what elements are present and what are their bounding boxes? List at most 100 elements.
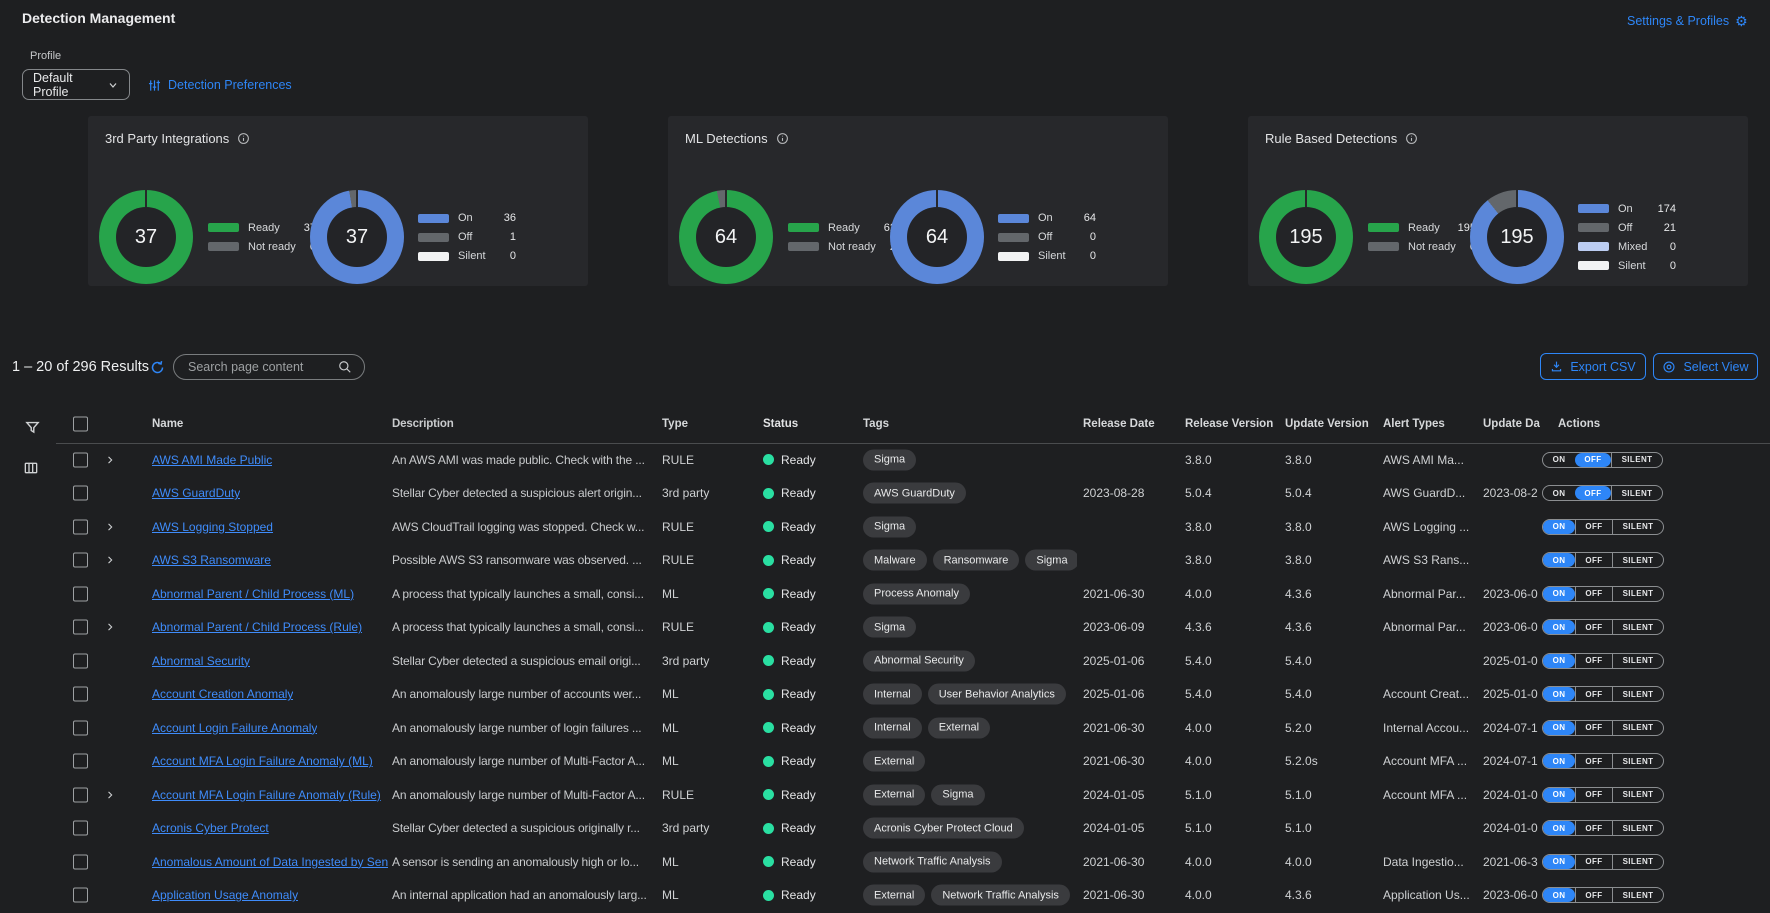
- detection-name-link[interactable]: AWS GuardDuty: [152, 486, 240, 500]
- info-icon[interactable]: [776, 132, 789, 145]
- column-header-status[interactable]: Status: [763, 418, 798, 430]
- expand-row-icon[interactable]: [105, 522, 115, 532]
- toggle-off[interactable]: OFF: [1575, 788, 1612, 802]
- toggle-on-active[interactable]: ON: [1543, 553, 1575, 567]
- column-header-reldate[interactable]: Release Date: [1083, 418, 1155, 430]
- row-checkbox[interactable]: [73, 720, 88, 735]
- expand-row-icon[interactable]: [105, 622, 115, 632]
- toggle-silent[interactable]: SILENT: [1612, 721, 1663, 735]
- row-checkbox[interactable]: [73, 452, 88, 467]
- toggle-silent[interactable]: SILENT: [1612, 754, 1663, 768]
- toggle-on-active[interactable]: ON: [1543, 888, 1575, 902]
- row-checkbox[interactable]: [73, 888, 88, 903]
- column-header-tags[interactable]: Tags: [863, 418, 1077, 430]
- update-date: 2024-01-0: [1483, 821, 1540, 835]
- settings-profiles-link[interactable]: Settings & Profiles ⚙: [1627, 14, 1748, 28]
- column-header-actions[interactable]: Actions: [1558, 418, 1600, 430]
- detection-name-link[interactable]: Anomalous Amount of Data Ingested by Sen: [152, 855, 388, 869]
- info-icon[interactable]: [1405, 132, 1418, 145]
- toggle-on-active[interactable]: ON: [1543, 788, 1575, 802]
- toggle-silent[interactable]: SILENT: [1612, 553, 1663, 567]
- column-header-desc[interactable]: Description: [392, 418, 650, 430]
- toggle-on-active[interactable]: ON: [1543, 687, 1575, 701]
- row-checkbox[interactable]: [73, 787, 88, 802]
- toggle-on-active[interactable]: ON: [1543, 620, 1575, 634]
- expand-row-icon[interactable]: [105, 790, 115, 800]
- toggle-on-active[interactable]: ON: [1543, 587, 1575, 601]
- toggle-off[interactable]: OFF: [1575, 687, 1612, 701]
- row-checkbox[interactable]: [73, 653, 88, 668]
- toggle-off[interactable]: OFF: [1575, 855, 1612, 869]
- detection-name-link[interactable]: Account Creation Anomaly: [152, 687, 293, 701]
- toggle-off[interactable]: OFF: [1575, 520, 1612, 534]
- detection-name-link[interactable]: Application Usage Anomaly: [152, 888, 298, 902]
- toggle-silent[interactable]: SILENT: [1612, 587, 1663, 601]
- profile-select[interactable]: Default Profile: [22, 69, 130, 100]
- toggle-silent[interactable]: SILENT: [1612, 687, 1663, 701]
- row-checkbox[interactable]: [73, 553, 88, 568]
- detection-status: Ready: [763, 721, 816, 735]
- toggle-silent[interactable]: SILENT: [1611, 453, 1662, 467]
- row-checkbox[interactable]: [73, 687, 88, 702]
- toggle-silent[interactable]: SILENT: [1612, 888, 1663, 902]
- detection-name-link[interactable]: Account MFA Login Failure Anomaly (ML): [152, 754, 373, 768]
- toggle-on[interactable]: ON: [1543, 453, 1575, 467]
- toggle-silent[interactable]: SILENT: [1612, 855, 1663, 869]
- column-header-alert[interactable]: Alert Types: [1383, 418, 1478, 430]
- toggle-silent[interactable]: SILENT: [1611, 486, 1662, 500]
- select-view-button[interactable]: Select View: [1653, 353, 1758, 380]
- toggle-off[interactable]: OFF: [1575, 721, 1612, 735]
- detection-name-link[interactable]: AWS S3 Ransomware: [152, 553, 271, 567]
- toggle-off[interactable]: OFF: [1575, 654, 1612, 668]
- column-header-name[interactable]: Name: [152, 418, 183, 430]
- detection-preferences-link[interactable]: Detection Preferences: [148, 78, 292, 92]
- toggle-on-active[interactable]: ON: [1543, 821, 1575, 835]
- row-checkbox[interactable]: [73, 586, 88, 601]
- expand-row-icon[interactable]: [105, 455, 115, 465]
- toggle-off[interactable]: OFF: [1575, 620, 1612, 634]
- detection-name-link[interactable]: AWS Logging Stopped: [152, 520, 273, 534]
- detection-name-link[interactable]: AWS AMI Made Public: [152, 453, 272, 467]
- column-header-type[interactable]: Type: [662, 418, 688, 430]
- toggle-on[interactable]: ON: [1543, 486, 1575, 500]
- toggle-off[interactable]: OFF: [1575, 754, 1612, 768]
- toggle-off[interactable]: OFF: [1575, 821, 1612, 835]
- column-header-upddate[interactable]: Update Date: [1483, 418, 1540, 430]
- detection-name-link[interactable]: Abnormal Parent / Child Process (ML): [152, 587, 354, 601]
- toggle-off[interactable]: OFF: [1575, 587, 1612, 601]
- toggle-on-active[interactable]: ON: [1543, 654, 1575, 668]
- detection-name-link[interactable]: Account MFA Login Failure Anomaly (Rule): [152, 788, 381, 802]
- toggle-off-active[interactable]: OFF: [1575, 486, 1611, 500]
- toggle-on-active[interactable]: ON: [1543, 754, 1575, 768]
- toggle-on-active[interactable]: ON: [1543, 855, 1575, 869]
- column-header-updver[interactable]: Update Version: [1285, 418, 1369, 430]
- toggle-off[interactable]: OFF: [1575, 888, 1612, 902]
- toggle-silent[interactable]: SILENT: [1612, 654, 1663, 668]
- search-input[interactable]: [186, 359, 330, 375]
- info-icon[interactable]: [237, 132, 250, 145]
- row-checkbox[interactable]: [73, 854, 88, 869]
- detection-name-link[interactable]: Acronis Cyber Protect: [152, 821, 269, 835]
- column-header-relver[interactable]: Release Version: [1185, 418, 1273, 430]
- detection-name-link[interactable]: Abnormal Security: [152, 654, 250, 668]
- toggle-off-active[interactable]: OFF: [1575, 453, 1611, 467]
- select-all-checkbox[interactable]: [73, 417, 88, 432]
- row-checkbox[interactable]: [73, 754, 88, 769]
- search-icon[interactable]: [338, 360, 352, 374]
- toggle-silent[interactable]: SILENT: [1612, 620, 1663, 634]
- row-checkbox[interactable]: [73, 519, 88, 534]
- export-csv-button[interactable]: Export CSV: [1540, 353, 1646, 380]
- detection-name-link[interactable]: Abnormal Parent / Child Process (Rule): [152, 620, 362, 634]
- toggle-on-active[interactable]: ON: [1543, 721, 1575, 735]
- toggle-silent[interactable]: SILENT: [1612, 520, 1663, 534]
- toggle-on-active[interactable]: ON: [1543, 520, 1575, 534]
- refresh-button[interactable]: [150, 360, 165, 375]
- row-checkbox[interactable]: [73, 821, 88, 836]
- toggle-silent[interactable]: SILENT: [1612, 821, 1663, 835]
- row-checkbox[interactable]: [73, 486, 88, 501]
- expand-row-icon[interactable]: [105, 555, 115, 565]
- toggle-silent[interactable]: SILENT: [1612, 788, 1663, 802]
- row-checkbox[interactable]: [73, 620, 88, 635]
- detection-name-link[interactable]: Account Login Failure Anomaly: [152, 721, 317, 735]
- toggle-off[interactable]: OFF: [1575, 553, 1612, 567]
